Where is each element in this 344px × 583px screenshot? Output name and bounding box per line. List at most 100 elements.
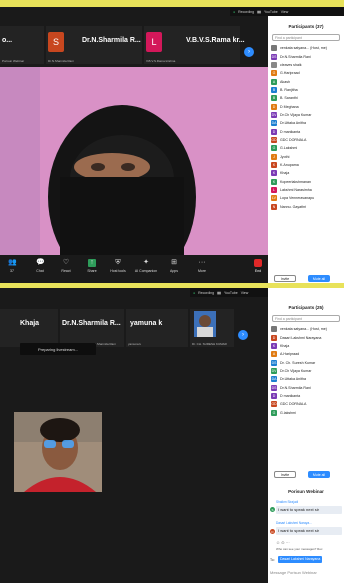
participant-row[interactable]: G G.lakshmi (271, 408, 343, 416)
toolbar-label: Apps (170, 269, 178, 273)
participant-name: cleaves shaik (280, 62, 302, 67)
pause-icon[interactable]: ▮▮ (217, 291, 221, 295)
view-label[interactable]: View (241, 291, 249, 295)
participant-row[interactable]: B B. Ranjitha (271, 86, 343, 94)
participant-row[interactable]: DD Meghana (271, 102, 343, 110)
mute-all-button[interactable]: Mute all (308, 275, 330, 282)
participant-row[interactable]: DS Dr.N.Sharmila Rani (271, 383, 343, 391)
toolbar-react[interactable]: ♡ React (54, 259, 78, 273)
toolbar-chat[interactable]: 💬 Chat (28, 259, 52, 273)
tile-sub: Porisun Webinar (2, 59, 25, 63)
participant-row[interactable]: A A.Haripraad (271, 350, 343, 358)
participant-row[interactable]: GD GDC DORNALA (271, 400, 343, 408)
toolbar-label: Share (87, 269, 97, 273)
video-tile[interactable]: S Dr.N.Sharmila R... Dr.N.Sharmila Rani (46, 26, 142, 64)
participant-name: Akash (280, 79, 290, 84)
meeting-window-bottom: ● Recording ▮▮ YouTube View Khaja Dr.N.S… (0, 288, 344, 583)
mute-all-button[interactable]: Mute all (308, 471, 330, 478)
participant-list: venkata satyana... (Host, me) DS Dr.N.Shar… (271, 44, 343, 211)
toolbar-host-tools[interactable]: ⛨ Host tools (106, 259, 130, 273)
tile-name: yamuna k (130, 320, 163, 327)
participant-row[interactable]: DS Dr. Ch. Suresh Kumar (271, 358, 343, 366)
toolbar-share[interactable]: ↑ Share (80, 259, 104, 273)
video-tile[interactable]: Dr. CH. SURESH KUMAR (190, 309, 234, 347)
heart-icon: ♡ (62, 259, 70, 266)
avatar: S (270, 507, 275, 512)
toolbar-label: Host tools (110, 269, 126, 273)
next-page-icon[interactable]: › (244, 47, 254, 57)
participant-row[interactable]: L Lakshmi Narasimha (271, 186, 343, 194)
participant-search-input[interactable]: Find a participant (272, 315, 340, 322)
video-tile[interactable]: Khaja (0, 309, 58, 347)
participant-row[interactable]: A Akash (271, 77, 343, 85)
participant-image (194, 311, 216, 337)
participant-row[interactable]: K Kopeerlakshmanan (271, 178, 343, 186)
video-tile[interactable]: yamuna k yamuna k (126, 309, 188, 347)
video-tile[interactable]: L V.B.V.S.Rama kr... V.B.V.S.Rama krishn… (144, 26, 245, 64)
participant-row[interactable]: K Khaja (271, 169, 343, 177)
participant-row[interactable]: DV Dr.Ch Vijaya Kumar (271, 111, 343, 119)
participant-row[interactable]: DV Dr.Ch Vijaya Kumar (271, 367, 343, 375)
participant-row[interactable]: K K.Anupama (271, 161, 343, 169)
recipient-select[interactable]: Dasari Lakshmi Narayana (278, 556, 323, 563)
participant-row[interactable]: venkata satyana... (Host, me) (271, 325, 343, 333)
youtube-label[interactable]: YouTube (224, 291, 238, 295)
toolbar-label: AI Companion (134, 269, 158, 273)
participant-row[interactable]: D Dasari Lakshmi Narayana (271, 333, 343, 341)
end-label: End (254, 269, 262, 273)
participant-row[interactable]: J Jyothi (271, 152, 343, 160)
participant-row[interactable]: DS Dr.N.Sharmila Rani (271, 52, 343, 60)
participant-row[interactable]: G G.Lakshmi (271, 144, 343, 152)
chat-title: Porisun Webinar (288, 489, 324, 494)
invite-button[interactable]: Invite (274, 275, 296, 282)
avatar: G (271, 409, 277, 416)
participant-row[interactable]: DA Dr.Uttaka Anitha (271, 119, 343, 127)
participant-name: B. Ranjitha (280, 87, 298, 92)
toolbar-apps[interactable]: ⊞ Apps (162, 259, 186, 273)
toolbar-label: More (198, 269, 206, 273)
participant-row[interactable]: DA Dr.Uttaka Anitha (271, 375, 343, 383)
participant-name: Dr. Ch. Suresh Kumar (280, 360, 316, 365)
apps-icon: ⊞ (171, 259, 177, 266)
toolbar-participants[interactable]: 👥 37 (0, 259, 24, 273)
tile-sub: Dr. CH. SURESH KUMAR (192, 342, 227, 346)
message-visibility-note[interactable]: Who can see your messages? Rec (276, 547, 323, 551)
chat-icon: 💬 (36, 259, 45, 266)
participant-row[interactable]: N Nannu. Gayathri (271, 203, 343, 211)
participant-search-input[interactable]: Find a participant (272, 34, 340, 41)
participant-row[interactable]: cleaves shaik (271, 61, 343, 69)
participant-row[interactable]: G G.Haripraad (271, 69, 343, 77)
avatar: D (270, 529, 275, 534)
participant-row[interactable]: GD GDC DORNALA (271, 136, 343, 144)
recording-indicator[interactable]: Recording (198, 291, 214, 295)
toolbar-more[interactable]: ··· More (190, 259, 214, 273)
participant-row[interactable]: venkata satyana... (Host, me) (271, 44, 343, 52)
people-icon: 👥 (8, 259, 17, 266)
toolbar-label: React (61, 269, 71, 273)
participant-row[interactable]: DD manikanta (271, 392, 343, 400)
participant-name: Khaja (280, 343, 290, 348)
avatar: DS (271, 359, 277, 366)
participant-name: Dr.Uttaka Anitha (280, 377, 306, 382)
toolbar-ai-companion[interactable]: ✦ AI Companion (134, 259, 158, 273)
avatar: D (271, 128, 277, 135)
youtube-label[interactable]: YouTube (264, 10, 278, 14)
participant-row[interactable]: DD manikanta (271, 127, 343, 135)
recording-indicator[interactable]: Recording (238, 10, 254, 14)
video-tile[interactable]: Dr.N.Sharmila R... Dr.N.Sharmila Rani (60, 309, 124, 347)
end-button[interactable]: End (253, 259, 263, 273)
participant-row[interactable]: LV Lopa Venneravanapu (271, 194, 343, 202)
participant-row[interactable]: K Khaja (271, 342, 343, 350)
next-page-icon[interactable]: › (238, 330, 248, 340)
view-label[interactable]: View (281, 10, 289, 14)
meeting-window-top: o... Porisun Webinar S Dr.N.Sharmila R..… (0, 7, 344, 283)
reaction-icons[interactable]: ☺ ⊙ ··· (276, 540, 290, 545)
pause-icon[interactable]: ▮▮ (257, 10, 261, 14)
chat-message-input[interactable]: Message Porisun Webinar (270, 570, 317, 575)
participant-name: G.Haripraad (280, 71, 300, 76)
video-tile[interactable]: o... Porisun Webinar (0, 26, 44, 64)
avatar (271, 326, 277, 333)
invite-button[interactable]: Invite (274, 471, 296, 478)
participant-row[interactable]: B B. Saranthi (271, 94, 343, 102)
sparkle-icon: ✦ (143, 259, 149, 266)
